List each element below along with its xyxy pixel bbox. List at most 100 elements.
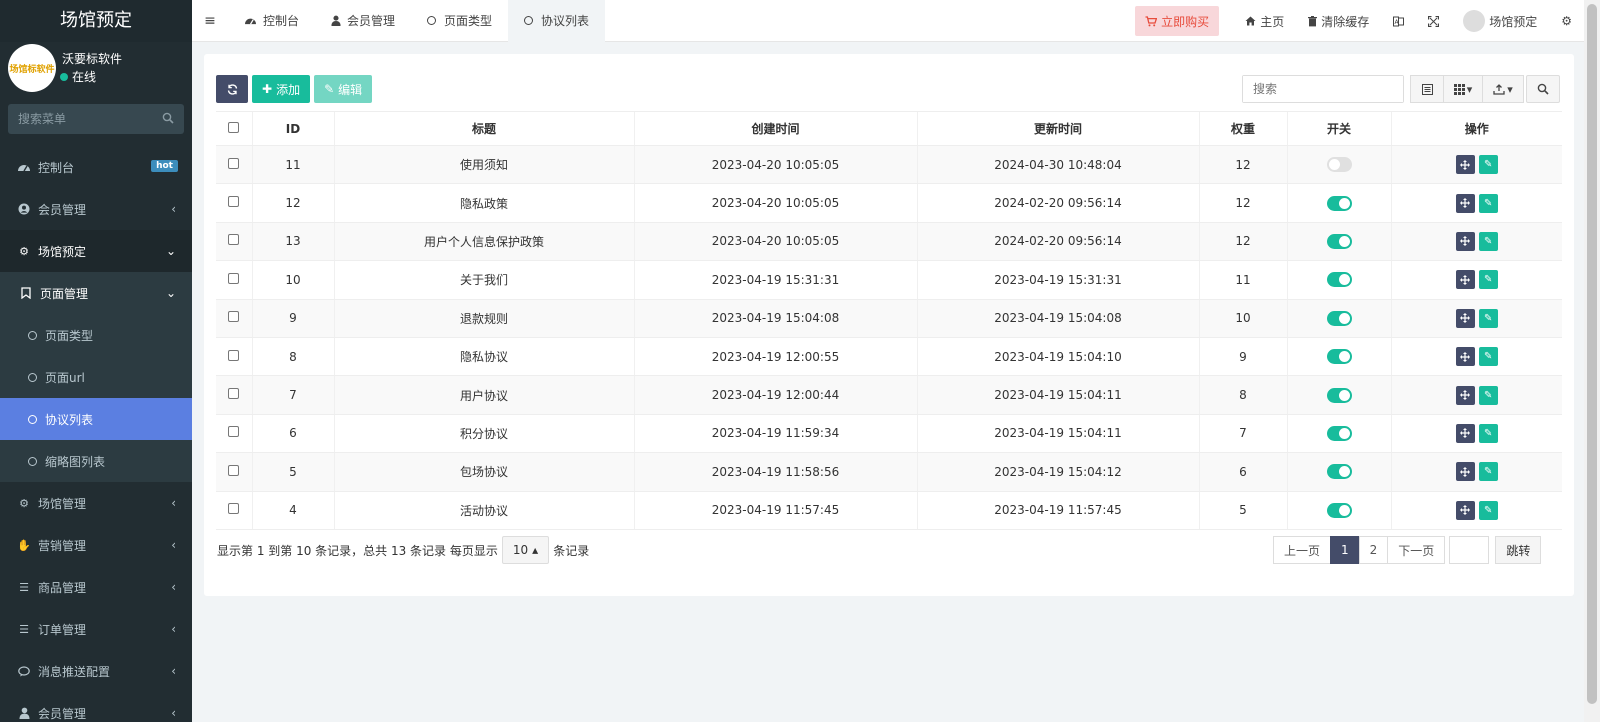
- sidebar-item-thumbnail-list[interactable]: 缩略图列表: [0, 440, 192, 482]
- column-header[interactable]: 标题: [333, 111, 634, 146]
- row-edit-button[interactable]: ✎: [1478, 155, 1498, 175]
- table-row[interactable]: 9 退款规则 2023-04-19 15:04:08 2023-04-19 15:04…: [216, 299, 1562, 338]
- user-menu[interactable]: 场馆预定: [1451, 0, 1549, 42]
- row-checkbox[interactable]: [228, 503, 240, 515]
- drag-sort-button[interactable]: [1455, 462, 1475, 482]
- row-edit-button[interactable]: ✎: [1478, 385, 1498, 405]
- scrollbar-thumb[interactable]: [1587, 4, 1597, 704]
- status-toggle[interactable]: [1326, 502, 1352, 518]
- status-toggle[interactable]: [1326, 272, 1352, 288]
- drag-sort-button[interactable]: [1455, 155, 1475, 175]
- row-checkbox[interactable]: [228, 157, 240, 169]
- prev-page-button[interactable]: 上一页: [1273, 536, 1332, 564]
- table-row[interactable]: 6 积分协议 2023-04-19 11:59:34 2023-04-19 15:04…: [216, 414, 1562, 454]
- drag-sort-button[interactable]: [1455, 347, 1475, 367]
- row-edit-button[interactable]: ✎: [1478, 270, 1498, 290]
- search-button[interactable]: [1526, 75, 1560, 103]
- drag-sort-button[interactable]: [1455, 385, 1475, 405]
- status-toggle[interactable]: [1326, 310, 1352, 326]
- row-edit-button[interactable]: ✎: [1478, 193, 1498, 213]
- tab-members[interactable]: 会员管理: [315, 0, 411, 42]
- row-edit-button[interactable]: ✎: [1478, 462, 1498, 482]
- status-toggle[interactable]: [1326, 387, 1352, 403]
- table-row[interactable]: 8 隐私协议 2023-04-19 12:00:55 2023-04-19 15:04…: [216, 337, 1562, 377]
- buy-now-button[interactable]: 立即购买: [1135, 6, 1220, 36]
- drag-sort-button[interactable]: [1455, 270, 1475, 290]
- table-row[interactable]: 5 包场协议 2023-04-19 11:58:56 2023-04-19 15:04…: [216, 452, 1562, 492]
- page-scrollbar[interactable]: [1584, 0, 1600, 722]
- table-row[interactable]: 10 关于我们 2023-04-19 15:31:31 2023-04-19 15:3…: [216, 260, 1562, 300]
- home-link[interactable]: 主页: [1233, 0, 1296, 42]
- row-checkbox[interactable]: [228, 272, 240, 284]
- column-header[interactable]: ID: [251, 111, 334, 146]
- drag-sort-button[interactable]: [1455, 308, 1475, 328]
- page-button-2[interactable]: 2: [1358, 536, 1389, 564]
- status-toggle[interactable]: [1326, 464, 1352, 480]
- page-size-dropdown[interactable]: 10 ▴: [501, 536, 550, 564]
- sidebar-item-dashboard[interactable]: 控制台 hot: [0, 146, 192, 188]
- settings-button[interactable]: ⚙: [1549, 0, 1584, 42]
- drag-sort-button[interactable]: [1455, 500, 1475, 520]
- drag-sort-button[interactable]: [1455, 423, 1475, 443]
- column-header[interactable]: 创建时间: [633, 111, 917, 146]
- tab-dashboard[interactable]: 控制台: [228, 0, 315, 42]
- status-toggle[interactable]: [1326, 233, 1352, 249]
- refresh-button[interactable]: [216, 75, 248, 103]
- search-icon[interactable]: [162, 112, 174, 124]
- table-row[interactable]: 12 隐私政策 2023-04-20 10:05:05 2024-02-20 09:5…: [216, 183, 1562, 223]
- jump-button[interactable]: 跳转: [1495, 536, 1542, 564]
- row-checkbox[interactable]: [228, 426, 240, 438]
- status-toggle[interactable]: [1326, 195, 1352, 211]
- row-checkbox[interactable]: [228, 311, 240, 323]
- next-page-button[interactable]: 下一页: [1387, 536, 1446, 564]
- table-row[interactable]: 11 使用须知 2023-04-20 10:05:05 2024-04-30 10:4…: [216, 145, 1562, 185]
- row-checkbox[interactable]: [228, 388, 240, 400]
- table-row[interactable]: 7 用户协议 2023-04-19 12:00:44 2023-04-19 15:04…: [216, 375, 1562, 415]
- sidebar-item-orders[interactable]: ☰ 订单管理 ‹: [0, 608, 192, 650]
- row-edit-button[interactable]: ✎: [1478, 231, 1498, 251]
- row-edit-button[interactable]: ✎: [1478, 500, 1498, 520]
- row-edit-button[interactable]: ✎: [1478, 347, 1498, 367]
- row-checkbox[interactable]: [228, 196, 240, 208]
- jump-page-input[interactable]: [1449, 536, 1490, 564]
- sidebar-item-members-2[interactable]: 会员管理 ‹: [0, 692, 192, 722]
- row-checkbox[interactable]: [228, 349, 240, 361]
- translate-button[interactable]: A: [1381, 0, 1416, 42]
- page-button-1[interactable]: 1: [1330, 536, 1360, 564]
- column-header[interactable]: 开关: [1286, 111, 1391, 146]
- row-checkbox[interactable]: [228, 234, 240, 246]
- edit-button[interactable]: ✎ 编辑: [314, 75, 373, 103]
- sidebar-item-products[interactable]: ☰ 商品管理 ‹: [0, 566, 192, 608]
- status-toggle[interactable]: [1326, 349, 1352, 365]
- brand-title[interactable]: 场馆预定: [0, 0, 192, 42]
- toggle-view-button[interactable]: [1410, 75, 1444, 103]
- column-header[interactable]: 更新时间: [916, 111, 1199, 146]
- sidebar-item-marketing[interactable]: ✋ 营销管理 ‹: [0, 524, 192, 566]
- row-edit-button[interactable]: ✎: [1478, 308, 1498, 328]
- sidebar-item-page-management[interactable]: 页面管理 ⌄: [0, 272, 192, 314]
- sidebar-item-page-type[interactable]: 页面类型: [0, 314, 192, 356]
- add-button[interactable]: ✚ 添加: [252, 75, 311, 103]
- drag-sort-button[interactable]: [1455, 193, 1475, 213]
- export-dropdown[interactable]: ▾: [1482, 75, 1524, 103]
- table-search-input[interactable]: [1243, 76, 1403, 102]
- status-toggle[interactable]: [1326, 425, 1352, 441]
- status-toggle[interactable]: [1326, 157, 1352, 173]
- fullscreen-button[interactable]: [1416, 0, 1451, 42]
- tab-agreement-list[interactable]: 协议列表: [508, 0, 606, 42]
- sidebar-item-venue-management[interactable]: ⚙ 场馆管理 ‹: [0, 482, 192, 524]
- column-header[interactable]: 操作: [1390, 111, 1562, 146]
- drag-sort-button[interactable]: [1455, 231, 1475, 251]
- columns-dropdown[interactable]: ▾: [1443, 75, 1483, 103]
- table-row[interactable]: 4 活动协议 2023-04-19 11:57:45 2023-04-19 11:57…: [216, 491, 1562, 530]
- sidebar-item-venue-booking[interactable]: ⚙ 场馆预定 ⌄: [0, 230, 192, 272]
- sidebar-item-agreement-list[interactable]: 协议列表: [0, 398, 192, 440]
- row-checkbox[interactable]: [228, 464, 240, 476]
- menu-toggle-icon[interactable]: ≡: [192, 13, 228, 29]
- sidebar-item-push-config[interactable]: 消息推送配置 ‹: [0, 650, 192, 692]
- menu-search-input[interactable]: [8, 104, 184, 134]
- select-all-checkbox[interactable]: [228, 121, 240, 133]
- sidebar-item-page-url[interactable]: 页面url: [0, 356, 192, 398]
- row-edit-button[interactable]: ✎: [1478, 423, 1498, 443]
- column-header[interactable]: 权重: [1198, 111, 1287, 146]
